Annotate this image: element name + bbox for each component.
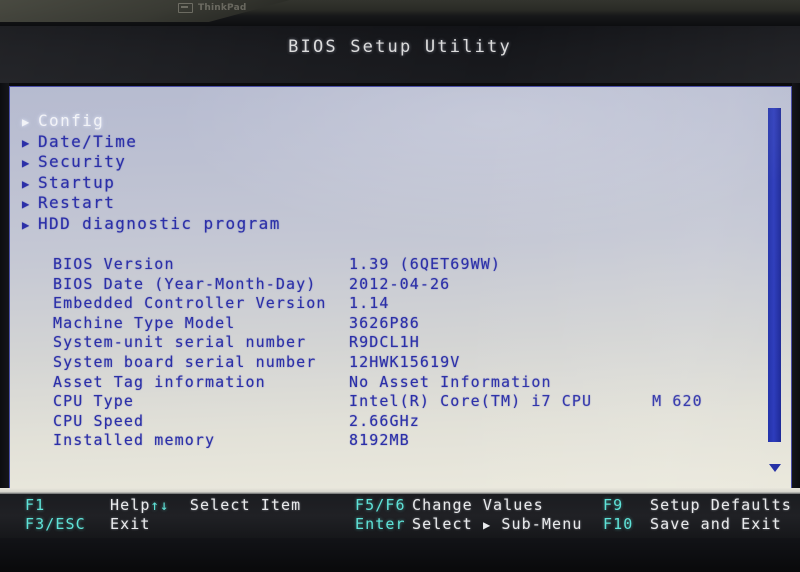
table-row: Asset Tag information No Asset Informati… [53,373,703,393]
bezel-hinge-wedge [0,0,290,22]
up-down-arrows-icon: ↑↓ [150,498,170,514]
chevron-right-icon: ▶ [482,518,492,532]
table-row: System board serial number 12HWK15619V [53,353,703,373]
change-values-label: Change Values [412,496,544,514]
menu-item-label: Config [38,111,105,130]
menu-item-date-time[interactable]: ▶ Date/Time [22,132,281,153]
chevron-right-icon: ▶ [22,197,30,211]
help-hint: Help↑↓ Select Item [110,496,301,514]
table-row: System-unit serial number R9DCL1H [53,333,703,353]
laptop-bezel: ThinkPad [0,0,800,26]
select-item-label: Select Item [189,496,302,514]
bios-footer-help-bar: F1 Help↑↓ Select Item F5/F6 Change Value… [0,494,800,538]
key-f3-esc: F3/ESC [25,515,86,533]
vertical-scrollbar[interactable] [768,108,781,472]
bios-titlebar: BIOS Setup Utility [0,26,800,83]
info-label: Installed memory [53,431,216,450]
table-row: Machine Type Model 3626P86 [53,314,703,334]
page-title: BIOS Setup Utility [288,37,512,57]
select-submenu-hint: Select ▶ Sub-Menu [412,515,582,533]
info-value: 3626P86 [349,313,420,332]
info-value: 2.66GHz [349,411,420,430]
info-label: CPU Speed [53,411,145,430]
table-row: Embedded Controller Version 1.14 [53,294,703,314]
menu-item-label: Date/Time [38,131,138,151]
chevron-right-icon: ▶ [22,115,30,129]
table-row: CPU Speed 2.66GHz [53,412,703,432]
scrollbar-thumb[interactable] [768,108,781,442]
thinkpad-logo: ThinkPad [178,2,247,14]
exit-label: Exit [110,515,151,533]
info-label: System board serial number [53,352,317,371]
table-row: BIOS Date (Year-Month-Day) 2012-04-26 [53,275,703,295]
info-value: Intel(R) Core(TM) i7 CPU [349,392,593,411]
table-row: Installed memory 8192MB [53,431,703,451]
menu-item-label: Startup [38,172,116,192]
screen-bottom-bezel [0,538,800,572]
info-value: 8192MB [349,431,410,450]
table-row: BIOS Version 1.39 (6QET69WW) [53,255,703,275]
info-label: Machine Type Model [53,313,236,332]
laptop-screen-photo: ThinkPad BIOS Setup Utility ▶ Config ▶ D… [0,0,800,572]
table-row: CPU Type Intel(R) Core(TM) i7 CPU M 620 [53,392,703,412]
thinkpad-logo-text: ThinkPad [198,3,247,13]
screen-edge-right [792,26,800,538]
info-value: 1.14 [349,294,390,313]
info-value-secondary: M 620 [592,392,703,410]
menu-item-hdd-diagnostic-program[interactable]: ▶ HDD diagnostic program [22,214,281,235]
chevron-right-icon: ▶ [22,217,30,232]
menu-item-restart[interactable]: ▶ Restart [22,193,281,214]
menu-item-label: HDD diagnostic program [38,213,281,233]
info-label: BIOS Version [53,255,175,273]
info-label: Asset Tag information [53,372,266,391]
save-and-exit-label: Save and Exit [650,515,782,533]
info-label: CPU Type [53,392,135,411]
info-value: R9DCL1H [349,333,420,352]
screen-edge-left [0,26,9,538]
menu-item-label: Restart [38,193,116,212]
menu-item-config[interactable]: ▶ Config [22,111,281,132]
key-f10: F10 [603,515,634,533]
info-label: BIOS Date (Year-Month-Day) [53,274,317,293]
key-f9: F9 [603,496,624,514]
system-information-table: BIOS Version 1.39 (6QET69WW) BIOS Date (… [53,255,703,451]
info-label: System-unit serial number [53,333,307,352]
menu-item-security[interactable]: ▶ Security [22,152,281,173]
menu-item-startup[interactable]: ▶ Startup [22,173,281,194]
info-label: Embedded Controller Version [53,294,327,313]
bios-main-panel: ▶ Config ▶ Date/Time ▶ Security ▶ Startu… [9,86,792,491]
menu-item-label: Security [38,152,127,171]
chevron-right-icon: ▶ [22,156,30,170]
footer-row-1: F1 Help↑↓ Select Item F5/F6 Change Value… [0,496,800,515]
sub-menu-label: Sub-Menu [501,515,583,533]
footer-row-2: F3/ESC Exit Enter Select ▶ Sub-Menu F10 … [0,515,800,534]
chevron-right-icon: ▶ [22,176,30,191]
key-enter: Enter [355,515,406,533]
bios-menu-list: ▶ Config ▶ Date/Time ▶ Security ▶ Startu… [22,111,281,234]
key-f1: F1 [25,496,46,514]
cpu-model-suffix: M 620 [652,392,703,411]
thinkpad-logo-icon [178,3,193,13]
help-label: Help [110,496,151,514]
info-value: 12HWK15619V [349,352,461,371]
select-label: Select [412,515,473,533]
setup-defaults-label: Setup Defaults [650,496,792,514]
info-value: 1.39 (6QET69WW) [349,255,501,273]
scroll-down-arrow-icon[interactable] [769,464,781,472]
chevron-right-icon: ▶ [22,135,30,150]
key-f5-f6: F5/F6 [355,496,406,514]
info-value: 2012-04-26 [349,274,451,293]
info-value: No Asset Information [349,372,552,391]
